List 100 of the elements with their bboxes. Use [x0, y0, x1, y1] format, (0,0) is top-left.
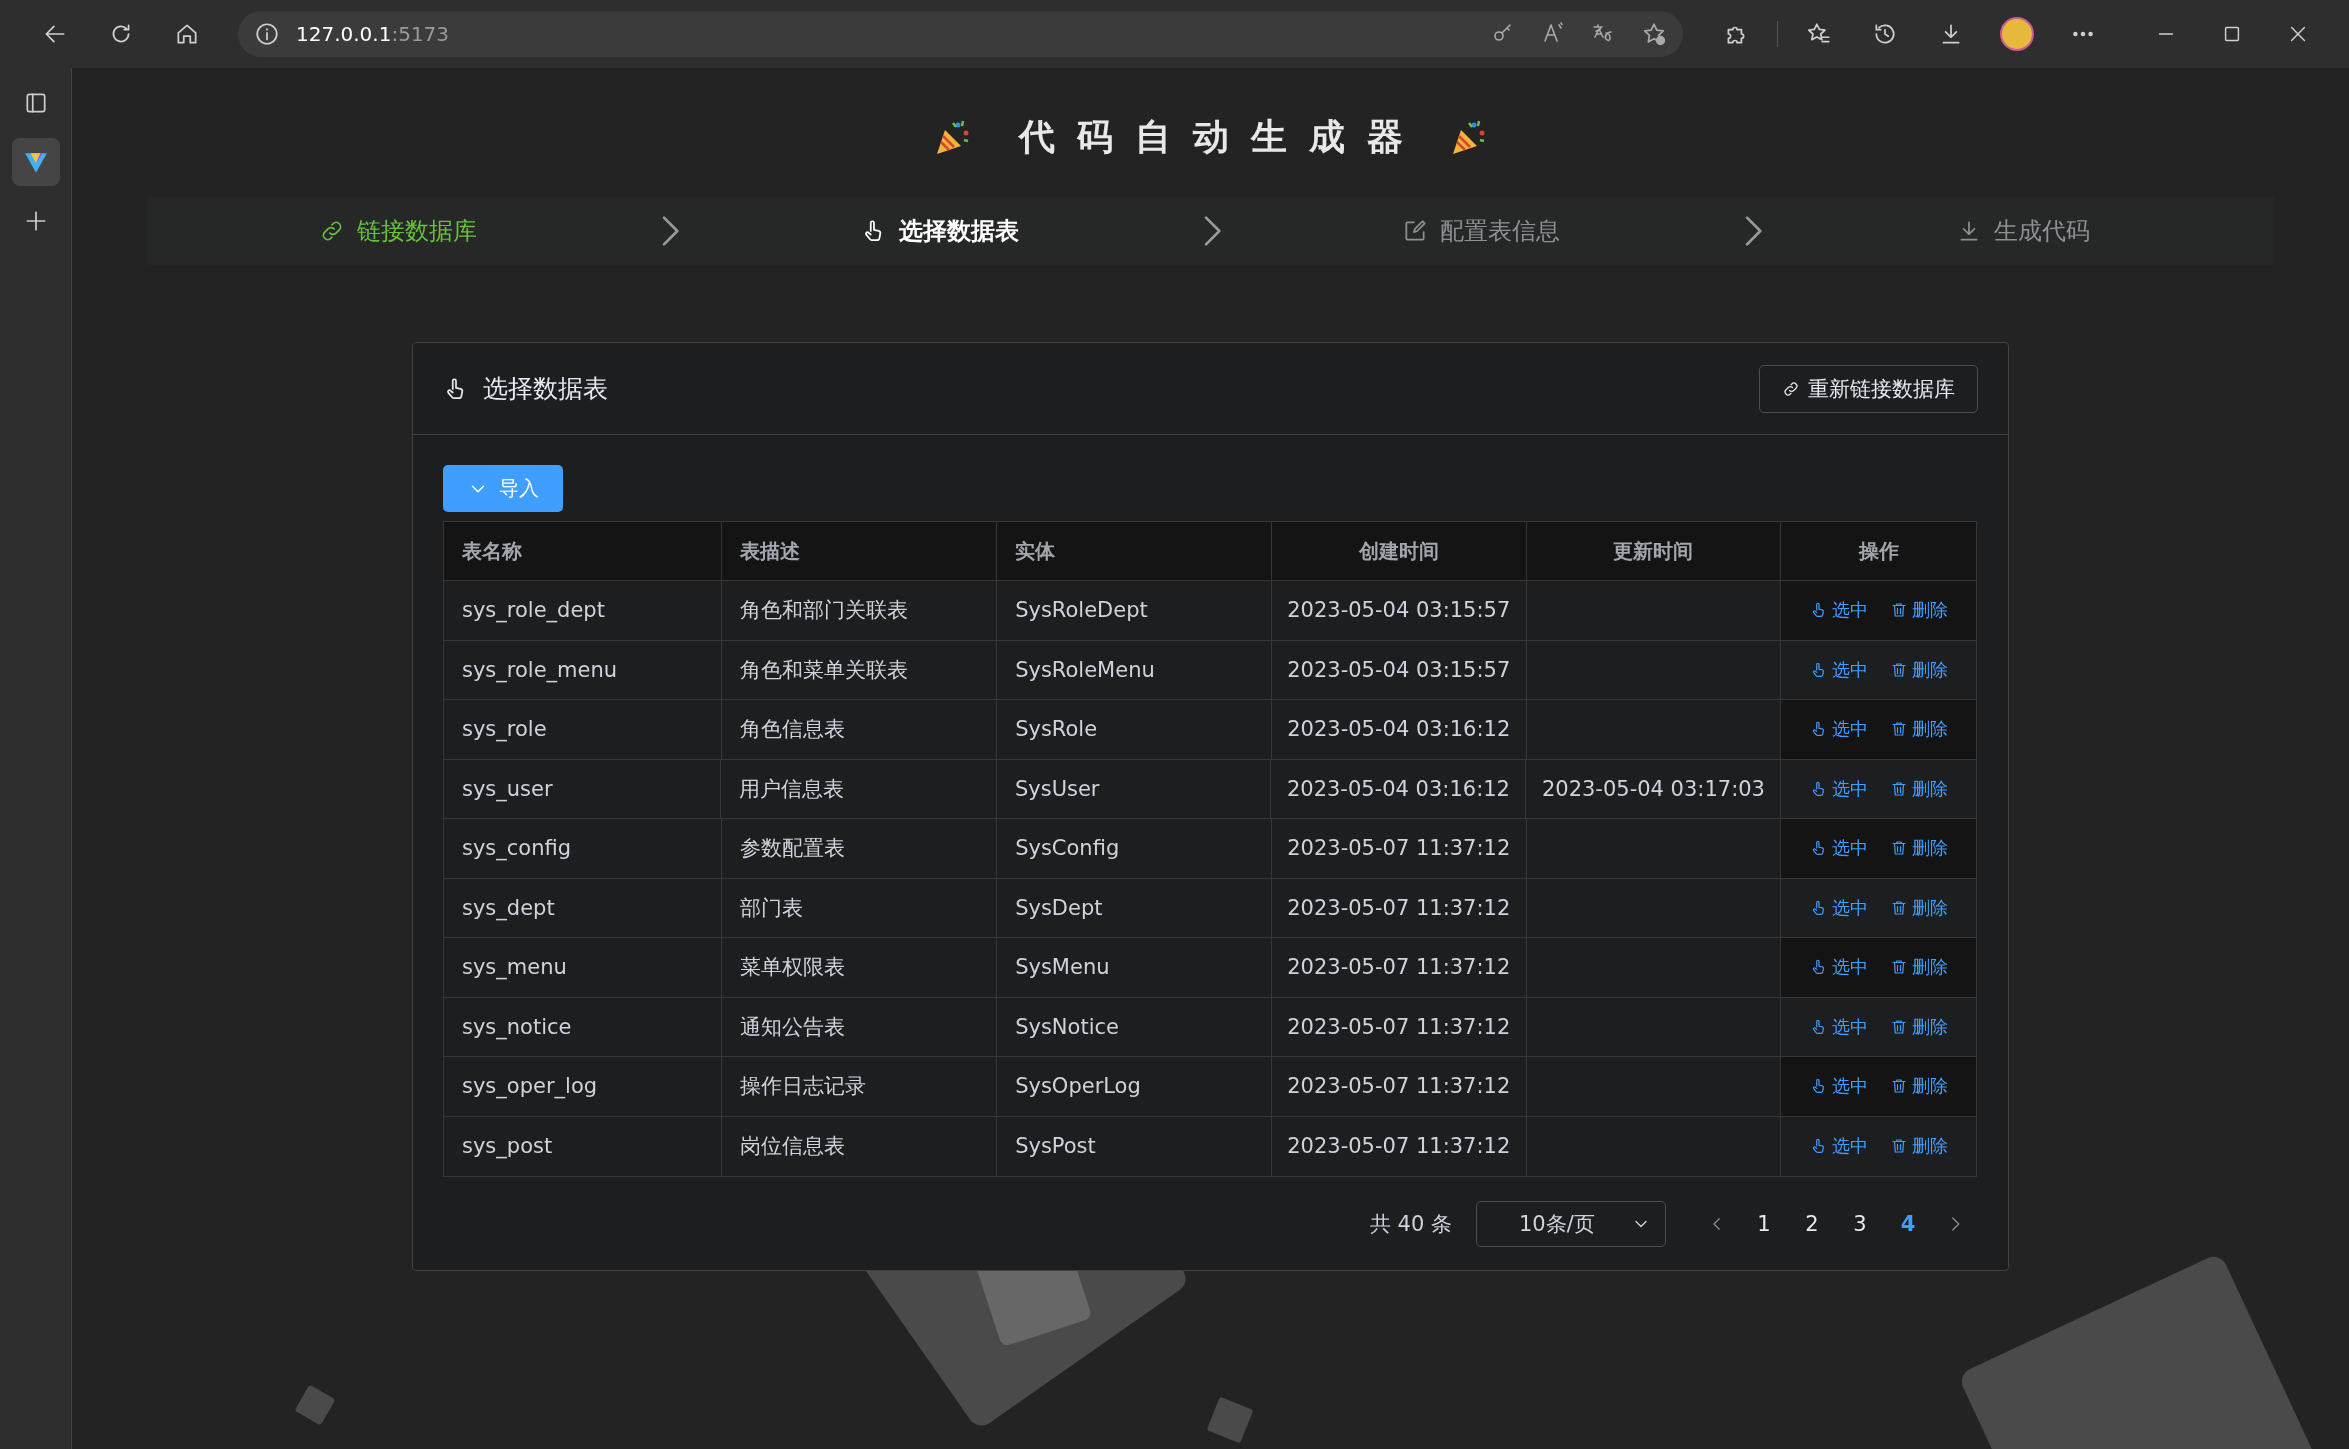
- page-number[interactable]: 2: [1788, 1211, 1836, 1236]
- column-header: 创建时间: [1271, 522, 1527, 580]
- page-size-select[interactable]: 10条/页: [1476, 1200, 1666, 1247]
- table-cell: 2023-05-04 03:15:57: [1287, 657, 1511, 682]
- table-cell: SysUser: [1014, 776, 1100, 801]
- address-bar[interactable]: 127.0.0.1:5173: [238, 11, 1683, 57]
- table-cell: sys_menu: [462, 955, 567, 980]
- step[interactable]: 生成代码: [1956, 215, 2091, 247]
- table-cell: 2023-05-04 03:17:03: [1541, 776, 1765, 801]
- table-cell: 2023-05-04 03:16:12: [1287, 717, 1511, 742]
- table-cell: 2023-05-07 11:37:12: [1287, 836, 1511, 861]
- select-link[interactable]: 选中: [1809, 836, 1868, 861]
- trash-icon: [1889, 898, 1908, 917]
- page-number[interactable]: 3: [1836, 1211, 1884, 1236]
- table-cell-text: 角色和菜单关联表: [739, 656, 908, 684]
- info-icon[interactable]: [254, 21, 280, 47]
- add-favorite-icon[interactable]: [1641, 21, 1667, 47]
- select-link[interactable]: 选中: [1809, 657, 1868, 682]
- table-cell: sys_role_dept: [462, 598, 605, 623]
- edit-icon: [1402, 218, 1429, 244]
- table-cell: SysNotice: [1015, 1014, 1119, 1039]
- step[interactable]: 链接数据库: [318, 215, 477, 247]
- read-aloud-icon[interactable]: [1541, 21, 1565, 45]
- select-link[interactable]: 选中: [1809, 1074, 1868, 1099]
- page-number[interactable]: 4: [1884, 1211, 1932, 1236]
- column-header: 操作: [1857, 538, 1900, 565]
- select-link[interactable]: 选中: [1809, 1134, 1868, 1159]
- table-cell: SysPost: [1015, 1134, 1096, 1159]
- select-link[interactable]: 选中: [1809, 717, 1868, 742]
- trash-icon: [1889, 1017, 1908, 1036]
- table-cell-text: 通知公告表: [739, 1013, 845, 1041]
- column-header: 实体: [997, 522, 1272, 580]
- table-cell: SysMenu: [1015, 955, 1110, 980]
- delete-link[interactable]: 删除: [1889, 776, 1948, 801]
- delete-link[interactable]: 删除: [1889, 836, 1948, 861]
- table-cell-text: 菜单权限表: [739, 954, 845, 982]
- trash-icon: [1889, 958, 1908, 977]
- table-cell: sys_post: [462, 1134, 553, 1159]
- trash-icon: [1889, 779, 1908, 798]
- table-cell: sys_config: [462, 836, 572, 861]
- total-count: 共 40 条: [1369, 1210, 1452, 1238]
- table-cell-text: 角色信息表: [739, 716, 845, 744]
- table-cell-text: 参数配置表: [739, 835, 845, 863]
- table-cell: SysConfig: [1015, 836, 1120, 861]
- app-tab[interactable]: [11, 138, 60, 186]
- delete-link[interactable]: 删除: [1889, 1014, 1948, 1039]
- table-cell: 2023-05-04 03:15:57: [1287, 598, 1511, 623]
- select-link[interactable]: 选中: [1809, 1014, 1868, 1039]
- table-cell: sys_notice: [462, 1014, 572, 1039]
- delete-link[interactable]: 删除: [1889, 955, 1948, 980]
- table-cell-text: 部门表: [739, 894, 803, 922]
- step[interactable]: 选择数据表: [860, 215, 1019, 247]
- delete-link[interactable]: 删除: [1889, 1074, 1948, 1099]
- delete-link[interactable]: 删除: [1889, 895, 1948, 920]
- delete-link[interactable]: 删除: [1889, 717, 1948, 742]
- table-cell: SysRoleDept: [1015, 598, 1148, 623]
- delete-link[interactable]: 删除: [1889, 598, 1948, 623]
- page-number[interactable]: 1: [1740, 1211, 1788, 1236]
- trash-icon: [1889, 1137, 1908, 1156]
- trash-icon: [1889, 660, 1908, 679]
- link-icon: [1782, 379, 1800, 398]
- table-cell-text: 岗位信息表: [739, 1133, 845, 1161]
- table-cell: SysRole: [1015, 717, 1098, 742]
- delete-link[interactable]: 删除: [1889, 657, 1948, 682]
- table-cell: SysDept: [1015, 895, 1103, 920]
- card-title: 选择数据表: [483, 373, 608, 405]
- table-cell: 2023-05-04 03:16:12: [1286, 776, 1510, 801]
- table-cell: 2023-05-07 11:37:12: [1287, 1014, 1511, 1039]
- reconnect-button[interactable]: 重新链接数据库: [1759, 364, 1978, 413]
- table-cell: 2023-05-07 11:37:12: [1287, 1074, 1511, 1099]
- avatar[interactable]: [2000, 17, 2034, 51]
- table-cell: sys_role: [462, 717, 547, 742]
- table-cell: 2023-05-07 11:37:12: [1287, 895, 1511, 920]
- table-cell-text: 用户信息表: [739, 775, 845, 803]
- trash-icon: [1889, 601, 1908, 620]
- trash-icon: [1889, 839, 1908, 858]
- table-cell: sys_user: [462, 776, 553, 801]
- table-cell: 2023-05-07 11:37:12: [1287, 955, 1511, 980]
- table-cell: sys_role_menu: [462, 657, 618, 682]
- column-header: 更新时间: [1526, 522, 1782, 580]
- trash-icon: [1889, 720, 1908, 739]
- select-link[interactable]: 选中: [1809, 955, 1868, 980]
- step[interactable]: 配置表信息: [1402, 215, 1561, 247]
- table-cell: 2023-05-07 11:37:12: [1287, 1134, 1511, 1159]
- table-cell: sys_dept: [462, 895, 555, 920]
- table-cell-text: 操作日志记录: [739, 1073, 866, 1101]
- select-link[interactable]: 选中: [1809, 776, 1868, 801]
- address-text: 127.0.0.1:5173: [296, 22, 451, 46]
- table-cell: SysOperLog: [1015, 1074, 1141, 1099]
- page-title: 代码自动生成器: [1017, 114, 1425, 159]
- column-header: 表描述: [721, 522, 998, 580]
- table-cell: sys_oper_log: [462, 1074, 598, 1099]
- table-cell-text: 角色和部门关联表: [739, 597, 908, 625]
- table-cell: SysRoleMenu: [1015, 657, 1155, 682]
- select-link[interactable]: 选中: [1809, 598, 1868, 623]
- column-header: 表名称: [444, 522, 722, 580]
- trash-icon: [1889, 1077, 1908, 1096]
- select-link[interactable]: 选中: [1809, 895, 1868, 920]
- history-icon[interactable]: [1872, 21, 1898, 47]
- delete-link[interactable]: 删除: [1889, 1134, 1948, 1159]
